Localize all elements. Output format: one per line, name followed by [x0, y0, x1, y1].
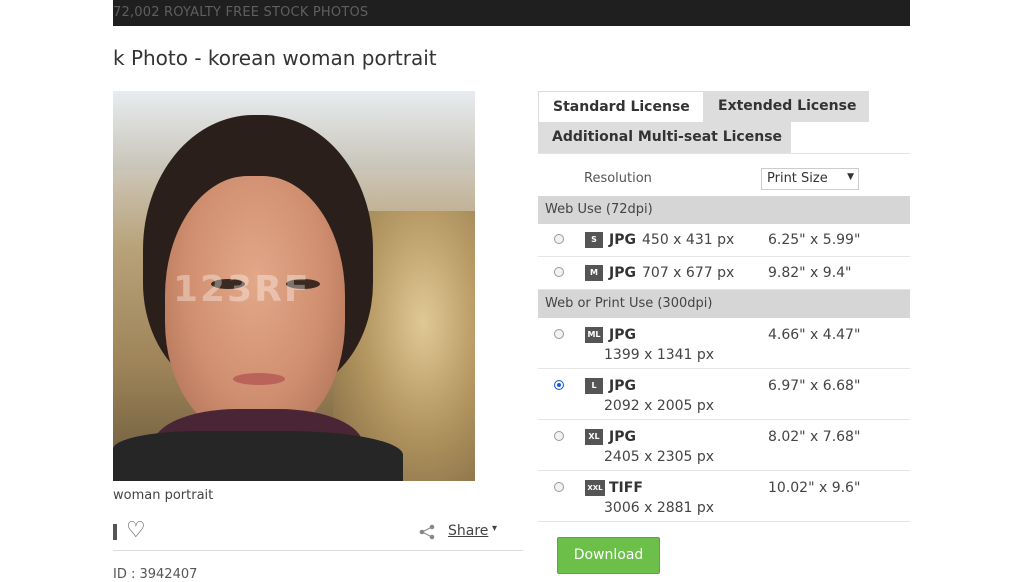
print-size: 10.02" x 9.6" [768, 480, 861, 496]
share-dropdown-icon[interactable]: ▾ [492, 523, 497, 534]
photo-lips [233, 373, 285, 385]
tab-divider [538, 153, 910, 154]
radio-button[interactable] [554, 482, 564, 492]
resolution-selected-value: Print Size [767, 171, 828, 186]
section-print-use: Web or Print Use (300dpi) [538, 290, 910, 318]
pixel-size: 707 x 677 px [642, 265, 735, 281]
tab-extended-license[interactable]: Extended License [704, 91, 869, 122]
tab-multi-seat-license[interactable]: Additional Multi-seat License [538, 122, 791, 153]
watermark: 123RF [173, 269, 311, 310]
size-row-xl[interactable]: XL JPG 2405 x 2305 px 8.02" x 7.68" [538, 420, 910, 471]
stock-photo[interactable]: 123RF [113, 91, 475, 481]
top-banner: 72,002 ROYALTY FREE STOCK PHOTOS [113, 0, 910, 26]
size-badge-icon: XXL [585, 480, 605, 496]
format-label: JPG [609, 265, 636, 281]
download-button[interactable]: Download [557, 537, 660, 574]
size-badge-icon: XL [585, 429, 603, 445]
format-label: JPG [609, 232, 636, 248]
size-badge-icon: L [585, 378, 603, 394]
format-label: JPG [609, 327, 636, 343]
size-badge-icon: ML [585, 327, 603, 343]
print-size: 8.02" x 7.68" [768, 429, 861, 445]
photo-jacket [113, 431, 403, 481]
size-row-l[interactable]: L JPG 2092 x 2005 px 6.97" x 6.68" [538, 369, 910, 420]
page-title: k Photo - korean woman portrait [113, 46, 437, 70]
photo-caption: woman portrait [113, 488, 214, 503]
divider [113, 550, 523, 551]
heart-icon[interactable]: ♡ [126, 520, 146, 542]
resolution-select[interactable]: Print Size ▼ [761, 168, 859, 190]
like-count-icon [113, 524, 117, 540]
share-icon[interactable] [418, 523, 436, 541]
size-badge-icon: S [585, 232, 603, 248]
size-row-m[interactable]: M JPG 707 x 677 px 9.82" x 9.4" [538, 257, 910, 290]
print-size: 4.66" x 4.47" [768, 327, 861, 343]
print-size: 9.82" x 9.4" [768, 265, 852, 281]
image-id: ID : 3942407 [113, 567, 198, 582]
size-row-s[interactable]: S JPG 450 x 431 px 6.25" x 5.99" [538, 224, 910, 257]
format-label: JPG [609, 429, 636, 445]
format-label: JPG [609, 378, 636, 394]
pixel-size: 2405 x 2305 px [604, 449, 715, 465]
size-row-ml[interactable]: ML JPG 1399 x 1341 px 4.66" x 4.47" [538, 318, 910, 369]
radio-button[interactable] [554, 431, 564, 441]
pixel-size: 3006 x 2881 px [604, 500, 715, 516]
share-button[interactable]: Share [448, 523, 488, 539]
format-label: TIFF [609, 480, 643, 496]
pixel-size: 1399 x 1341 px [604, 347, 715, 363]
pixel-size: 2092 x 2005 px [604, 398, 715, 414]
tab-standard-license[interactable]: Standard License [538, 91, 704, 122]
banner-text: 72,002 ROYALTY FREE STOCK PHOTOS [113, 5, 369, 20]
print-size: 6.97" x 6.68" [768, 378, 861, 394]
size-row-xxl[interactable]: XXL TIFF 3006 x 2881 px 10.02" x 9.6" [538, 471, 910, 522]
radio-button[interactable] [554, 267, 564, 277]
radio-button[interactable] [554, 329, 564, 339]
print-size: 6.25" x 5.99" [768, 232, 861, 248]
radio-button-selected[interactable] [554, 380, 564, 390]
resolution-label: Resolution [584, 171, 652, 186]
section-web-use: Web Use (72dpi) [538, 196, 910, 224]
size-badge-icon: M [585, 265, 603, 281]
pixel-size: 450 x 431 px [642, 232, 735, 248]
dropdown-arrow-icon: ▼ [847, 172, 854, 182]
radio-button[interactable] [554, 234, 564, 244]
